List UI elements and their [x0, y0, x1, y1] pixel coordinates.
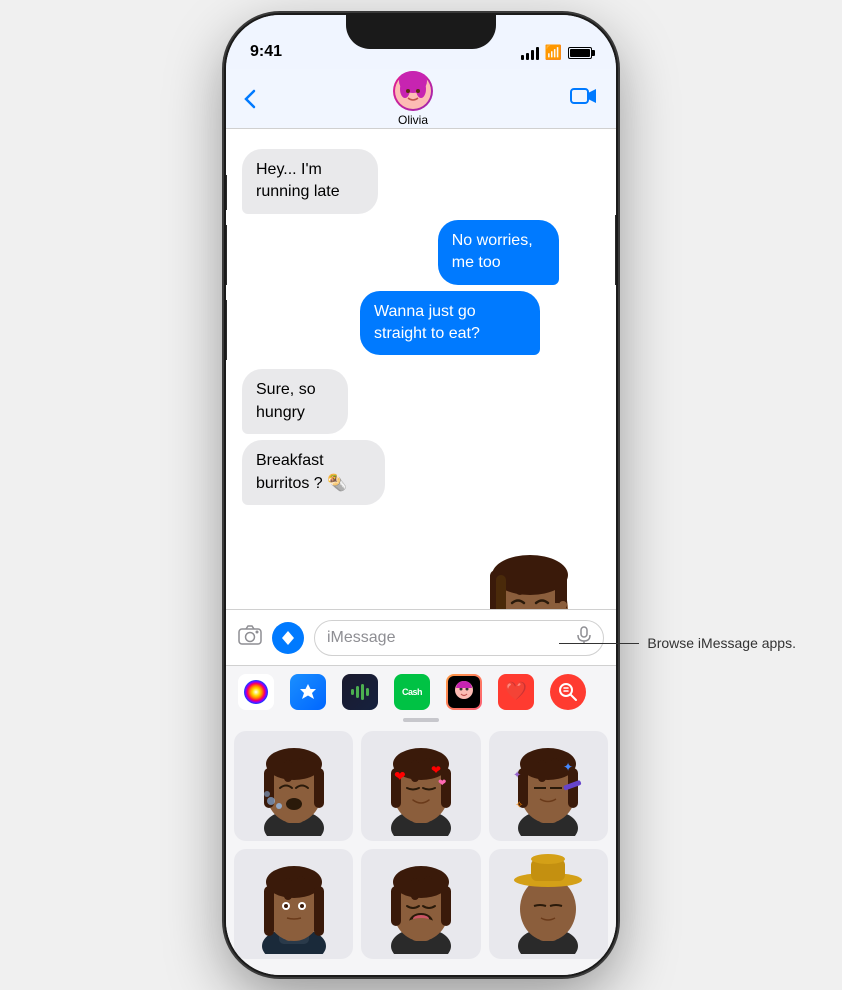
message-1: Hey... I'm running late	[242, 149, 424, 214]
input-area: iMessage	[226, 609, 616, 665]
power-button	[615, 215, 616, 285]
phone-frame: 9:41 📶	[226, 15, 616, 975]
sticker-hearts[interactable]: ❤ ❤ ❤	[361, 731, 480, 841]
drag-handle-bar	[403, 718, 439, 722]
sticker-cold[interactable]	[234, 849, 353, 959]
svg-text:❤: ❤	[394, 768, 406, 784]
contact-name: Olivia	[398, 113, 428, 127]
home-indicator-area	[226, 967, 616, 975]
sticker-yawn[interactable]	[361, 849, 480, 959]
volume-up-button	[226, 225, 227, 285]
message-5: Breakfast burritos ? 🌯	[242, 440, 433, 505]
messages-area: Hey... I'm running late No worries, me t…	[226, 129, 616, 609]
bubble-received-1[interactable]: Hey... I'm running late	[242, 149, 378, 214]
bubble-received-5[interactable]: Breakfast burritos ? 🌯	[242, 440, 385, 505]
back-button[interactable]	[244, 89, 256, 109]
avatar	[393, 71, 433, 111]
svg-text:❤: ❤	[438, 778, 446, 789]
annotation-container: Browse iMessage apps.	[559, 635, 796, 651]
bubble-received-4[interactable]: Sure, so hungry	[242, 369, 348, 434]
bubble-sent-3[interactable]: Wanna just go straight to eat?	[360, 291, 540, 356]
appstore-icon[interactable]	[290, 674, 326, 710]
status-icons: 📶	[521, 44, 592, 61]
memoji-sticker[interactable]	[460, 515, 600, 609]
svg-text:✦: ✦	[563, 760, 573, 774]
stickers-grid: ❤ ❤ ❤	[226, 723, 616, 967]
wifi-icon: 📶	[545, 44, 562, 61]
contact-info[interactable]: Olivia	[393, 71, 433, 127]
camera-button[interactable]	[238, 625, 262, 651]
status-time: 9:41	[250, 43, 282, 61]
browse-apps-icon[interactable]	[550, 674, 586, 710]
sticker-confetti[interactable]: ✦ ✦ ✧	[489, 731, 608, 841]
sticker-cowboy[interactable]	[489, 849, 608, 959]
volume-down-button	[226, 300, 227, 360]
message-3: Wanna just go straight to eat?	[360, 291, 600, 356]
app-drawer-button[interactable]	[272, 622, 304, 654]
svg-text:❤: ❤	[431, 763, 441, 777]
svg-text:✦: ✦	[513, 770, 521, 781]
apps-panel: Cash ❤️	[226, 665, 616, 717]
photos-app-icon[interactable]	[238, 674, 274, 710]
soundboard-icon[interactable]	[342, 674, 378, 710]
message-2: No worries, me too	[438, 220, 600, 285]
message-4: Sure, so hungry	[242, 369, 383, 434]
apple-cash-icon[interactable]: Cash	[394, 674, 430, 710]
memoji-icon[interactable]	[446, 674, 482, 710]
annotation-text: Browse iMessage apps.	[647, 635, 796, 651]
battery-icon	[568, 47, 592, 59]
bubble-sent-2[interactable]: No worries, me too	[438, 220, 560, 285]
video-call-button[interactable]	[570, 86, 598, 112]
notch	[346, 15, 496, 49]
hearts-sticker-icon[interactable]: ❤️	[498, 674, 534, 710]
message-memoji	[460, 515, 600, 609]
signal-icon	[521, 46, 539, 60]
sticker-sneezing[interactable]	[234, 731, 353, 841]
input-placeholder: iMessage	[327, 629, 395, 647]
mute-button	[226, 175, 227, 210]
svg-text:✧: ✧	[515, 800, 523, 811]
nav-bar: Olivia	[226, 69, 616, 129]
annotation-line	[559, 643, 639, 644]
